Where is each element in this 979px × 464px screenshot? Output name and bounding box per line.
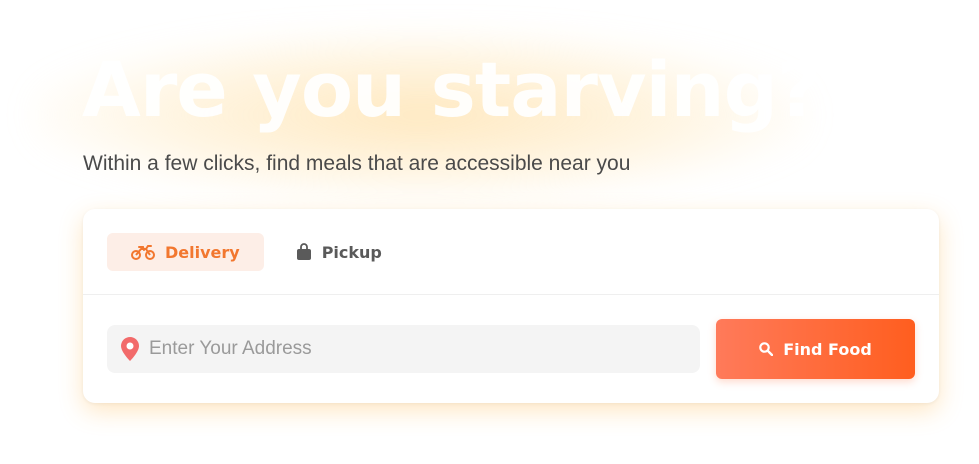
location-pin-icon [121, 337, 139, 361]
tab-pickup[interactable]: Pickup [272, 233, 406, 271]
hero-title: Are you starving? [82, 45, 821, 134]
motorbike-icon [131, 244, 155, 260]
address-input[interactable] [149, 338, 669, 360]
tab-pickup-label: Pickup [321, 242, 382, 262]
hero-subtitle: Within a few clicks, find meals that are… [83, 152, 631, 175]
card-divider [83, 294, 939, 295]
find-food-label: Find Food [783, 339, 872, 359]
tab-delivery-label: Delivery [165, 242, 240, 262]
find-food-button[interactable]: Find Food [716, 319, 915, 379]
address-field[interactable] [107, 325, 700, 373]
search-icon [759, 342, 774, 356]
tab-delivery[interactable]: Delivery [107, 233, 264, 271]
order-type-tabs: Delivery Pickup [107, 233, 406, 271]
hero-section: Are you starving? Within a few clicks, f… [0, 0, 979, 464]
shopping-bag-icon [296, 243, 312, 261]
search-card: Delivery Pickup Enter Your Address Find … [83, 209, 939, 403]
